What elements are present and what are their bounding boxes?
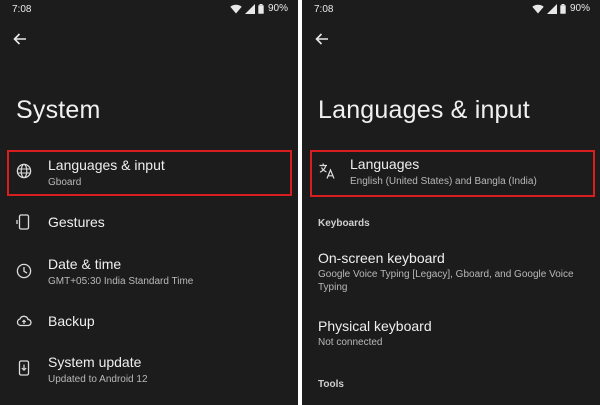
signal-icon	[244, 3, 255, 14]
settings-item-title: Physical keyboard	[318, 318, 432, 334]
system-update-icon	[16, 360, 34, 378]
status-time: 7:08	[12, 4, 32, 15]
signal-icon	[546, 3, 557, 14]
settings-item-subtitle: Not connected	[318, 337, 383, 348]
back-arrow-icon	[311, 31, 333, 47]
settings-item-physical-keyboard[interactable]: Physical keyboard Not connected	[302, 314, 600, 352]
phone-gesture-icon	[16, 214, 34, 232]
status-icons: 90%	[230, 3, 288, 14]
settings-item-title: Backup	[48, 313, 95, 329]
status-bar: 7:08 90%	[0, 0, 298, 20]
settings-item-system-update[interactable]: System update Updated to Android 12	[0, 350, 298, 390]
settings-item-title: System update	[48, 354, 142, 370]
settings-item-subtitle: Google Voice Typing [Legacy], Gboard, an…	[318, 269, 574, 293]
settings-item-title: Date & time	[48, 256, 122, 272]
back-arrow-icon	[9, 31, 31, 47]
status-icons: 90%	[532, 3, 590, 14]
battery-percent: 90%	[569, 3, 590, 14]
settings-item-backup[interactable]: Backup	[0, 305, 298, 337]
battery-percent: 90%	[267, 3, 288, 14]
page-title: System	[16, 96, 101, 124]
settings-item-subtitle: Updated to Android 12	[48, 374, 148, 385]
settings-item-on-screen-keyboard[interactable]: On-screen keyboard Google Voice Typing […	[302, 246, 600, 298]
wifi-icon	[230, 4, 242, 14]
back-button[interactable]	[9, 28, 31, 50]
settings-item-gestures[interactable]: Gestures	[0, 206, 298, 238]
cloud-upload-icon	[16, 313, 34, 331]
battery-icon	[258, 3, 264, 14]
settings-item-subtitle: GMT+05:30 India Standard Time	[48, 276, 194, 287]
highlight-box	[310, 150, 595, 197]
back-button[interactable]	[311, 28, 333, 50]
highlight-box	[7, 150, 292, 196]
section-header-keyboards: Keyboards	[318, 218, 370, 229]
battery-icon	[560, 3, 566, 14]
wifi-icon	[532, 4, 544, 14]
page-title: Languages & input	[318, 96, 530, 124]
settings-item-date-time[interactable]: Date & time GMT+05:30 India Standard Tim…	[0, 252, 298, 292]
status-bar: 7:08 90%	[302, 0, 600, 20]
clock-icon	[16, 263, 34, 281]
section-header-tools: Tools	[318, 379, 344, 390]
settings-item-title: Gestures	[48, 214, 105, 230]
status-time: 7:08	[314, 4, 334, 15]
system-settings-screen: 7:08 90% System Languages & input Gboard	[0, 0, 298, 405]
settings-item-title: On-screen keyboard	[318, 250, 445, 266]
languages-input-screen: 7:08 90% Languages & input Languages Eng…	[302, 0, 600, 405]
